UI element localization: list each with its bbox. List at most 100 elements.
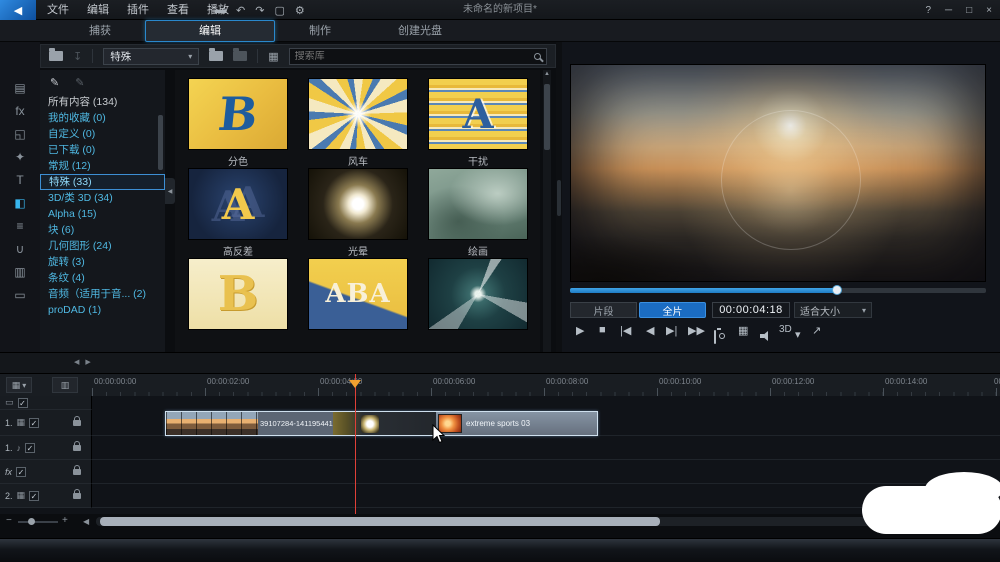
timecode-display[interactable]: 00:00:04:18 (712, 302, 790, 318)
track-header-video-1[interactable]: 1. ▦ ✓ (0, 410, 92, 436)
track-enable-checkbox[interactable]: ✓ (16, 466, 27, 477)
close-button[interactable]: × (986, 5, 992, 16)
menu-edit[interactable]: 编辑 (78, 0, 118, 20)
track-enable-checkbox[interactable]: ✓ (29, 417, 40, 428)
tab-create-disc[interactable]: 创建光盘 (365, 21, 475, 41)
search-icon[interactable] (534, 52, 541, 60)
transition-item-row3-1[interactable]: B (188, 258, 288, 333)
track-lock-icon[interactable] (73, 488, 81, 499)
transition-clip[interactable] (333, 412, 436, 435)
category-stripes[interactable]: 条纹 (4) (40, 270, 165, 286)
transition-item-row3-3[interactable] (428, 258, 528, 333)
category-general[interactable]: 常规 (12) (40, 158, 165, 174)
movie-mode-button[interactable]: 全片 (639, 302, 706, 318)
maximize-button[interactable]: □ (966, 5, 972, 16)
export-preview-icon[interactable]: ↗ (812, 324, 821, 337)
media-room-icon[interactable]: ▤ (0, 76, 40, 99)
category-prodad[interactable]: proDAD (1) (40, 302, 165, 318)
import-media-icon[interactable] (49, 48, 63, 61)
grid-view-icon[interactable]: ▦ (268, 50, 278, 63)
remove-folder-icon[interactable] (233, 48, 248, 61)
category-favorites[interactable]: 我的收藏 (0) (40, 110, 165, 126)
particle-room-icon[interactable]: ✦ (0, 145, 40, 168)
settings-gear-icon[interactable]: ⚙ (295, 4, 305, 17)
category-3d[interactable]: 3D/类 3D (34) (40, 190, 165, 206)
track-header-fx[interactable]: fx ✓ (0, 460, 92, 484)
snapshot-camera-icon[interactable] (714, 330, 716, 344)
grid-scroll-up-icon[interactable]: ▲ (543, 71, 551, 77)
preview-screen[interactable] (570, 64, 986, 282)
zoom-in-icon[interactable]: + (62, 515, 68, 526)
select-all-checkbox[interactable]: ✓ (17, 397, 28, 408)
selected-clip-group[interactable]: 39107284-1411954415923 mt extreme sports… (165, 411, 598, 436)
grid-scrollbar-thumb[interactable] (544, 84, 550, 150)
category-special[interactable]: 特殊 (33) (40, 174, 165, 190)
snap-button[interactable]: ▥ (52, 377, 78, 393)
transition-item-fense[interactable]: B 分色 (188, 78, 288, 168)
zoom-out-icon[interactable]: − (6, 515, 12, 526)
seek-handle[interactable] (832, 285, 842, 295)
voice-over-room-icon[interactable]: ∪ (0, 237, 40, 260)
pen-icon[interactable]: ✎ (50, 76, 59, 89)
new-folder-icon[interactable] (209, 48, 224, 61)
display-icon[interactable]: ▢ (274, 4, 284, 17)
search-input[interactable] (294, 50, 534, 62)
stop-button[interactable]: ■ (599, 324, 606, 336)
zoom-slider-track[interactable] (18, 521, 58, 523)
category-audio[interactable]: 音频（适用于音... (2) (40, 286, 165, 302)
zoom-slider-handle[interactable] (28, 518, 35, 525)
3d-mode-button[interactable]: 3D (779, 324, 792, 335)
download-icon[interactable]: ↧ (73, 50, 82, 63)
menu-file[interactable]: 文件 (38, 0, 78, 20)
video-clip[interactable]: extreme sports 03 (436, 412, 597, 435)
video-track-2-lane[interactable] (0, 484, 1000, 508)
audio-track-1-lane[interactable] (0, 436, 1000, 460)
splitter-handle[interactable] (557, 180, 561, 216)
clip-mode-button[interactable]: 片段 (570, 302, 637, 318)
transition-item-row3-2[interactable]: ABA (308, 258, 408, 333)
timeline-scrollbar-thumb[interactable] (100, 517, 660, 526)
pip-objects-room-icon[interactable]: ◱ (0, 122, 40, 145)
track-header-audio-1[interactable]: 1. ♪ ✓ (0, 436, 92, 460)
play-button[interactable]: ▶ (576, 324, 584, 337)
transition-item-ganrao[interactable]: A 干扰 (428, 78, 528, 168)
minimize-button[interactable]: ─ (945, 5, 952, 16)
category-rotate[interactable]: 旋转 (3) (40, 254, 165, 270)
track-enable-checkbox[interactable]: ✓ (29, 490, 40, 501)
3d-chevron-down-icon[interactable]: ▾ (795, 328, 801, 341)
track-lock-icon[interactable] (73, 415, 81, 426)
category-custom[interactable]: 自定义 (0) (40, 126, 165, 142)
preview-quality-icon[interactable]: ▦ (738, 324, 748, 337)
subtitle-room-icon[interactable]: ▭ (0, 283, 40, 306)
category-all-content[interactable]: 所有内容 (134) (40, 94, 165, 110)
playhead-line[interactable] (355, 374, 356, 514)
capture-icon[interactable]: ▬ (215, 4, 226, 16)
transition-item-huihua[interactable]: 绘画 (428, 168, 528, 258)
pen-dim-icon[interactable]: ✎ (75, 76, 84, 89)
effect-room-icon[interactable]: fx (0, 99, 40, 122)
clip-filmstrip[interactable] (166, 412, 258, 435)
tab-edit[interactable]: 编辑 (145, 20, 275, 42)
transition-room-icon[interactable]: ◧ (0, 191, 40, 214)
category-block[interactable]: 块 (6) (40, 222, 165, 238)
title-room-icon[interactable]: T (0, 168, 40, 191)
track-lock-icon[interactable] (73, 464, 81, 475)
tab-produce[interactable]: 制作 (275, 21, 365, 41)
track-manager-button[interactable]: ▦ ▾ (6, 377, 32, 393)
timeline-splitter-handle[interactable]: ◀ ▶ (74, 358, 93, 366)
transition-item-fengche[interactable]: 风车 (308, 78, 408, 168)
zoom-fit-dropdown[interactable]: 适合大小 ▾ (794, 302, 872, 318)
category-alpha[interactable]: Alpha (15) (40, 206, 165, 222)
fast-forward-button[interactable]: ▶▶ (688, 324, 705, 337)
transition-item-guangyun[interactable]: 光晕 (308, 168, 408, 258)
menu-plugin[interactable]: 插件 (118, 0, 158, 20)
fx-track-lane[interactable] (0, 460, 1000, 484)
track-header-video-2[interactable]: 2. ▦ ✓ (0, 484, 92, 508)
help-button[interactable]: ? (925, 5, 931, 16)
transition-item-gaofancha[interactable]: A 高反差 (188, 168, 288, 258)
scroll-left-icon[interactable]: ◀ (83, 517, 89, 526)
menu-view[interactable]: 查看 (158, 0, 198, 20)
tab-capture[interactable]: 捕获 (55, 21, 145, 41)
next-frame-button[interactable]: ▶| (666, 324, 677, 337)
chapter-room-icon[interactable]: ▥ (0, 260, 40, 283)
